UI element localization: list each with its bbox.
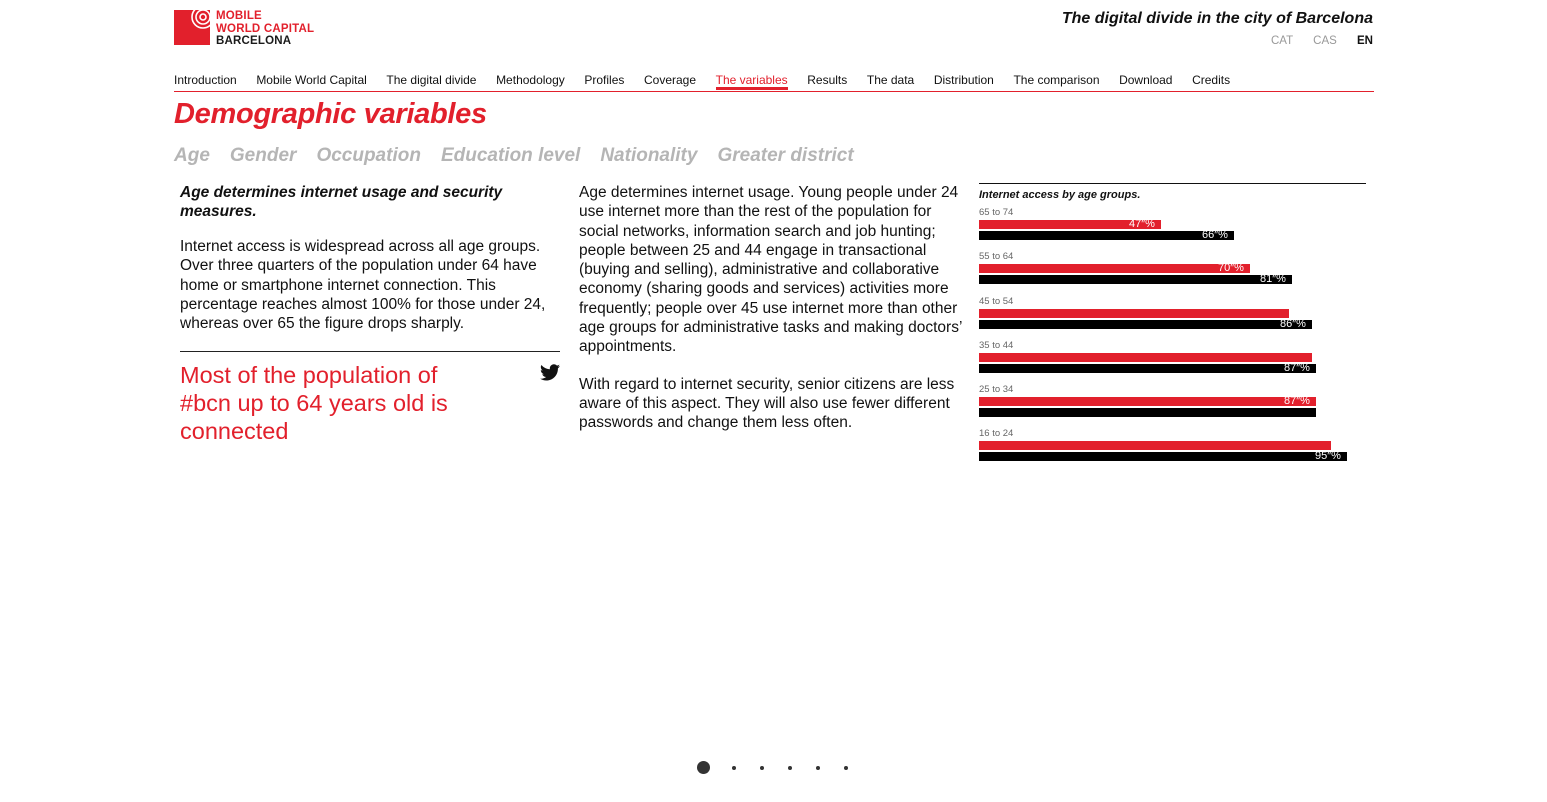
slide-pager: [697, 761, 872, 774]
bar-series-2: [979, 408, 1366, 418]
bar-series-2: 86″%: [979, 317, 1366, 330]
age-access-chart: Internet access by age groups. 65 to 74 4…: [979, 183, 1366, 473]
bar-fill: [979, 231, 1234, 240]
bar-group: 35 to 44 87″%: [979, 340, 1366, 384]
site-title: The digital divide in the city of Barcel…: [1061, 10, 1373, 27]
main-nav: Introduction Mobile World Capital The di…: [174, 73, 1374, 92]
data-label: 95″%: [1315, 450, 1341, 463]
data-label: 87″%: [1284, 395, 1310, 408]
tab-education-level[interactable]: Education level: [441, 145, 580, 167]
intro-paragraph: Internet access is widespread across all…: [180, 238, 546, 333]
bar-fill: [979, 397, 1316, 407]
data-label: 70″%: [1218, 262, 1244, 275]
bar-group: 25 to 34 87″%: [979, 384, 1366, 428]
bar-group: 55 to 64 70″% 81″%: [979, 251, 1366, 295]
nav-item-download[interactable]: Download: [1119, 73, 1172, 90]
tweet-quote: Most of the population of #bcn up to 64 …: [180, 351, 560, 445]
bar-series-1: [979, 352, 1366, 362]
bar-group: 65 to 74 47″% 66″%: [979, 207, 1366, 251]
data-label: 87″%: [1284, 361, 1310, 374]
data-label: 81″%: [1260, 273, 1286, 286]
chart-title: Internet access by age groups.: [979, 189, 1141, 201]
category-label: 16 to 24: [979, 428, 1014, 440]
data-label: 86″%: [1280, 317, 1306, 330]
nav-item-data[interactable]: The data: [867, 73, 914, 90]
logo-line-2: WORLD CAPITAL: [216, 22, 315, 35]
category-label: 25 to 34: [979, 384, 1014, 396]
lead-text: Age determines internet usage and securi…: [180, 184, 503, 220]
quote-text: Most of the population of #bcn up to 64 …: [180, 362, 448, 445]
tab-occupation[interactable]: Occupation: [316, 145, 421, 167]
pager-dot[interactable]: [732, 765, 736, 770]
bar-group: 45 to 54 86″%: [979, 296, 1366, 340]
pager-dot[interactable]: [844, 765, 848, 770]
language-cas[interactable]: CAS: [1313, 35, 1337, 47]
logo-mark: [174, 10, 210, 45]
nav-item-results[interactable]: Results: [807, 73, 847, 90]
bar-fill: [979, 441, 1331, 451]
tab-greater-district[interactable]: Greater district: [717, 145, 853, 167]
page-title: Demographic variables: [174, 98, 487, 130]
category-label: 35 to 44: [979, 339, 1014, 351]
logo-line-3: BARCELONA: [216, 35, 292, 47]
nav-item-introduction[interactable]: Introduction: [174, 73, 237, 90]
pager-dot[interactable]: [816, 765, 820, 770]
tab-gender[interactable]: Gender: [230, 145, 297, 167]
nav-item-credits[interactable]: Credits: [1192, 73, 1230, 90]
nav-item-methodology[interactable]: Methodology: [496, 73, 565, 90]
bar-series-1: [979, 441, 1366, 451]
logo[interactable]: MOBILE WORLD CAPITAL BARCELONA: [174, 10, 334, 48]
bar-series-1: 87″%: [979, 395, 1366, 408]
security-paragraph: With regard to internet security, senior…: [579, 375, 955, 432]
pager-dot[interactable]: [760, 765, 764, 770]
data-label: 47″%: [1129, 218, 1155, 230]
bar-fill: [979, 363, 1316, 373]
tab-nationality[interactable]: Nationality: [600, 145, 697, 167]
bar-fill: [979, 452, 1347, 462]
logo-line-1: MOBILE: [216, 10, 262, 22]
variable-tabs: Age Gender Occupation Education level Na…: [174, 145, 874, 167]
bar-fill: [979, 264, 1250, 274]
bar-series-1: 70″%: [979, 262, 1366, 275]
bar-group: 16 to 24 95″%: [979, 428, 1366, 472]
usage-paragraph: Age determines internet usage. Young peo…: [579, 184, 962, 356]
middle-column: Age determines internet usage. Young peo…: [579, 183, 964, 451]
pager-dot[interactable]: [788, 765, 792, 770]
pager-dot[interactable]: [697, 761, 710, 774]
nav-item-profiles[interactable]: Profiles: [584, 73, 624, 90]
chart-bars: 65 to 74 47″% 66″% 55 to 64 70″% 81″% 45 to 54…: [979, 207, 1366, 473]
bar-series-2: 87″%: [979, 361, 1366, 374]
nav-item-coverage[interactable]: Coverage: [644, 73, 696, 90]
logo-text: MOBILE WORLD CAPITAL BARCELONA: [216, 10, 314, 48]
bar-series-1: [979, 308, 1366, 318]
language-switcher: CAT CAS EN: [1254, 35, 1373, 47]
tab-age[interactable]: Age: [174, 145, 210, 167]
nav-item-variables[interactable]: The variables: [715, 73, 788, 90]
nav-item-digital-divide[interactable]: The digital divide: [386, 73, 476, 90]
language-en[interactable]: EN: [1357, 35, 1373, 47]
bar-fill: [979, 352, 1312, 362]
category-label: 45 to 54: [979, 295, 1014, 307]
bar-fill: [979, 319, 1312, 329]
bar-series-2: 95″%: [979, 450, 1366, 463]
left-column: Age determines internet usage and securi…: [180, 183, 560, 445]
nav-item-comparison[interactable]: The comparison: [1013, 73, 1099, 90]
data-label: 66″%: [1202, 229, 1228, 241]
bar-series-2: 66″%: [979, 229, 1366, 241]
category-label: 55 to 64: [979, 251, 1014, 263]
bar-fill: [979, 408, 1316, 418]
language-cat[interactable]: CAT: [1271, 35, 1293, 47]
bar-fill: [979, 308, 1289, 318]
category-label: 65 to 74: [979, 207, 1014, 218]
bar-series-2: 81″%: [979, 273, 1366, 286]
twitter-icon[interactable]: [540, 364, 560, 381]
bar-series-1: 47″%: [979, 218, 1366, 230]
nav-item-distribution[interactable]: Distribution: [934, 73, 994, 90]
bar-fill: [979, 275, 1292, 285]
nav-item-mobile-world-capital[interactable]: Mobile World Capital: [256, 73, 367, 90]
